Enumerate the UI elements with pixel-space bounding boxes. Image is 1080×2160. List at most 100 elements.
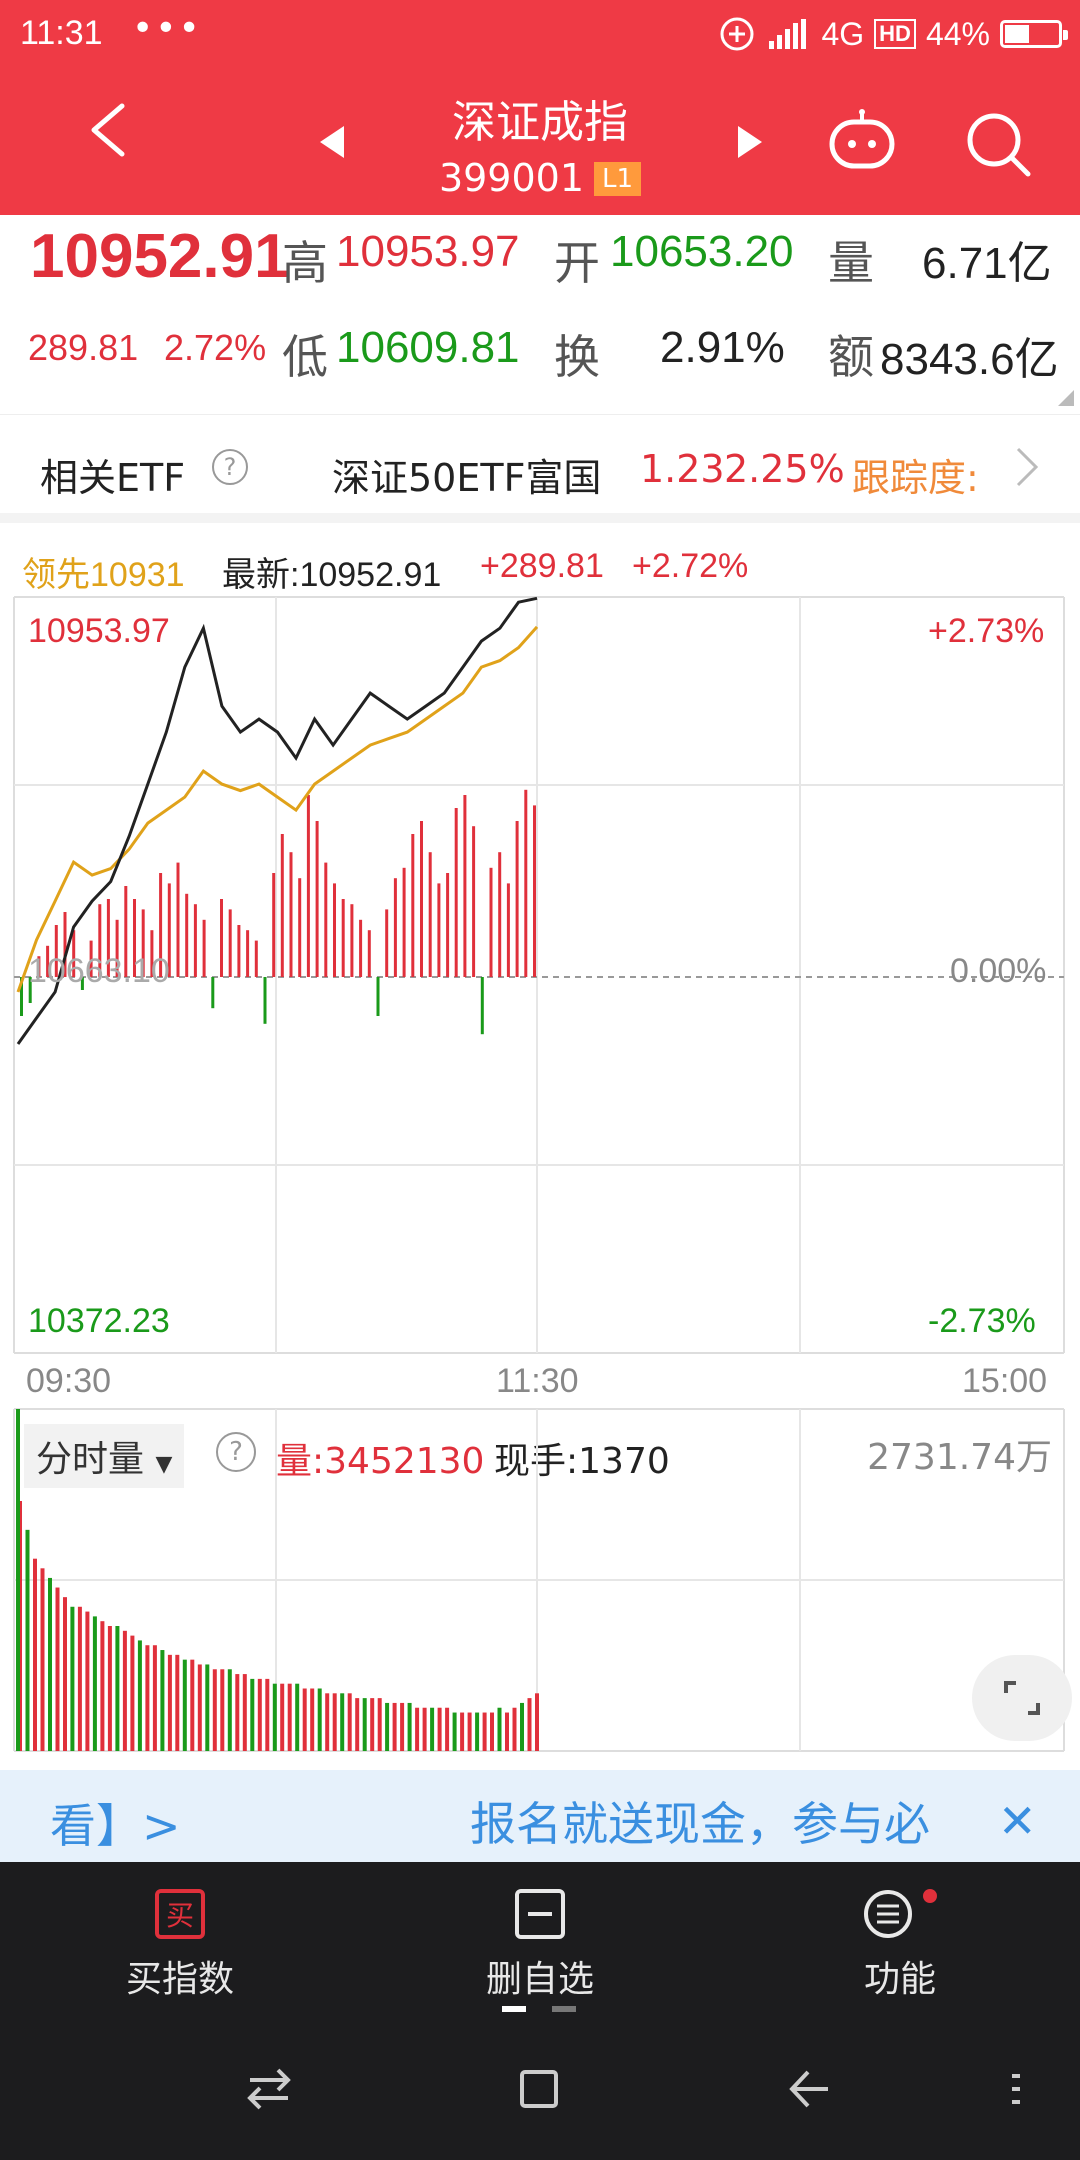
- volume-bar: [527, 1698, 532, 1751]
- fullscreen-icon: [1004, 1681, 1040, 1715]
- volume-bar: [295, 1683, 300, 1751]
- tracking-label: 跟踪度:: [852, 456, 979, 500]
- open-label: 开: [554, 236, 600, 290]
- diff-bar: [193, 904, 197, 977]
- volume-bar: [122, 1630, 127, 1751]
- search-icon[interactable]: [962, 108, 1034, 180]
- legend-latest: 最新:10952.91: [222, 556, 442, 594]
- remove-watchlist-button[interactable]: 删自选: [440, 1888, 640, 2002]
- chevron-right-icon[interactable]: [1014, 445, 1040, 489]
- volume-bar: [100, 1621, 105, 1751]
- volume-bar: [115, 1626, 120, 1751]
- add-circle-icon: [720, 17, 754, 51]
- diff-bar: [446, 873, 450, 977]
- more-vertical-icon[interactable]: [1006, 2064, 1026, 2114]
- low-value: 10609.81: [336, 323, 520, 372]
- volume-bar: [33, 1558, 37, 1751]
- high-label: 高: [282, 236, 328, 290]
- volume-bar: [152, 1645, 157, 1751]
- diff-bar: [280, 834, 284, 977]
- home-icon[interactable]: [514, 2064, 564, 2114]
- volume-bar: [437, 1707, 442, 1751]
- expand-button[interactable]: [972, 1655, 1072, 1741]
- legend-change-pct: +2.72%: [632, 547, 749, 585]
- diff-bar: [272, 873, 276, 977]
- volume-bar: [490, 1712, 494, 1751]
- diff-bar: [428, 852, 432, 977]
- volume-bar: [63, 1597, 67, 1751]
- diff-bar: [341, 899, 345, 977]
- volume-bar: [422, 1707, 427, 1751]
- svg-text:买: 买: [166, 1899, 194, 1932]
- switch-icon[interactable]: [244, 2064, 294, 2114]
- volume-bar: [40, 1568, 45, 1751]
- volume-bar: [415, 1707, 420, 1751]
- battery-percent: 44%: [925, 15, 990, 52]
- etf-price: 1.23: [640, 447, 725, 491]
- diff-bar: [220, 899, 223, 977]
- volume-bar: [280, 1683, 285, 1751]
- volume-bar: [362, 1698, 367, 1751]
- volume-label: 量: [828, 236, 874, 290]
- volume-bar: [160, 1650, 165, 1751]
- pct-mid-label: 0.00%: [950, 952, 1047, 990]
- volume-bar: [317, 1688, 322, 1751]
- x-end-label: 15:00: [962, 1362, 1048, 1400]
- diff-bar: [411, 834, 415, 977]
- volume-bar: [325, 1693, 330, 1751]
- stock-code: 399001 L1: [0, 156, 1080, 200]
- volume-bar: [250, 1678, 255, 1751]
- price-change-pct: 2.72%: [164, 327, 267, 368]
- current-price: 10952.91: [30, 222, 289, 291]
- diff-bar: [289, 852, 293, 977]
- remove-icon: [515, 1889, 565, 1939]
- promo-banner[interactable]: 看】> 报名就送现金，参与必 ✕: [0, 1770, 1080, 1862]
- buy-index-button[interactable]: 买 买指数: [80, 1888, 280, 2002]
- volume-bar: [520, 1702, 524, 1751]
- diff-bar: [246, 930, 250, 977]
- page-title: 深证成指: [452, 97, 628, 148]
- volume-bar: [347, 1693, 352, 1751]
- volume-bar: [85, 1611, 90, 1751]
- volume-chart[interactable]: [0, 1405, 1080, 1755]
- help-icon[interactable]: ?: [212, 449, 248, 485]
- volume-bar: [227, 1669, 232, 1751]
- volume-value: 6.71亿: [922, 239, 1052, 288]
- status-time: 11:31: [20, 14, 103, 52]
- volume-bar: [370, 1698, 375, 1751]
- volume-bar: [287, 1683, 292, 1751]
- volume-bar: [55, 1587, 60, 1751]
- volume-bar: [77, 1606, 82, 1751]
- etf-pct: 2.25%: [724, 447, 845, 491]
- volume-bar: [430, 1707, 435, 1751]
- volume-bar: [460, 1712, 465, 1751]
- function-button[interactable]: 功能: [800, 1888, 1000, 2002]
- diff-bar: [359, 919, 363, 977]
- back-nav-icon[interactable]: [784, 2064, 834, 2114]
- function-label: 功能: [863, 1959, 936, 2000]
- volume-bar: [385, 1702, 390, 1751]
- diff-bar: [202, 919, 206, 977]
- banner-left-text: 看】>: [50, 1799, 181, 1853]
- diff-bar: [367, 930, 371, 977]
- status-more-icon: •••: [132, 8, 202, 49]
- diff-bar: [376, 977, 380, 1016]
- volume-bar: [107, 1626, 112, 1751]
- diff-bar: [263, 977, 267, 1024]
- close-icon[interactable]: ✕: [998, 1794, 1037, 1848]
- next-stock-icon[interactable]: [736, 124, 764, 160]
- volume-bar: [340, 1693, 345, 1751]
- x-start-label: 09:30: [26, 1362, 112, 1400]
- status-bar: 11:31 ••• 4G HD 44%: [0, 0, 1080, 72]
- volume-bar: [265, 1678, 270, 1751]
- volume-bar: [355, 1698, 360, 1751]
- x-mid-label: 11:30: [496, 1362, 579, 1400]
- robot-assistant-icon[interactable]: [826, 108, 898, 180]
- diff-bar: [463, 795, 467, 977]
- volume-bar: [212, 1669, 217, 1751]
- page-indicator-active: [502, 2006, 526, 2012]
- volume-bar: [445, 1707, 450, 1751]
- related-etf-row[interactable]: 相关ETF ? 深证50ETF富国 1.23 2.25% 跟踪度:: [0, 415, 1080, 523]
- volume-bar: [48, 1577, 52, 1751]
- diff-bar: [472, 826, 476, 977]
